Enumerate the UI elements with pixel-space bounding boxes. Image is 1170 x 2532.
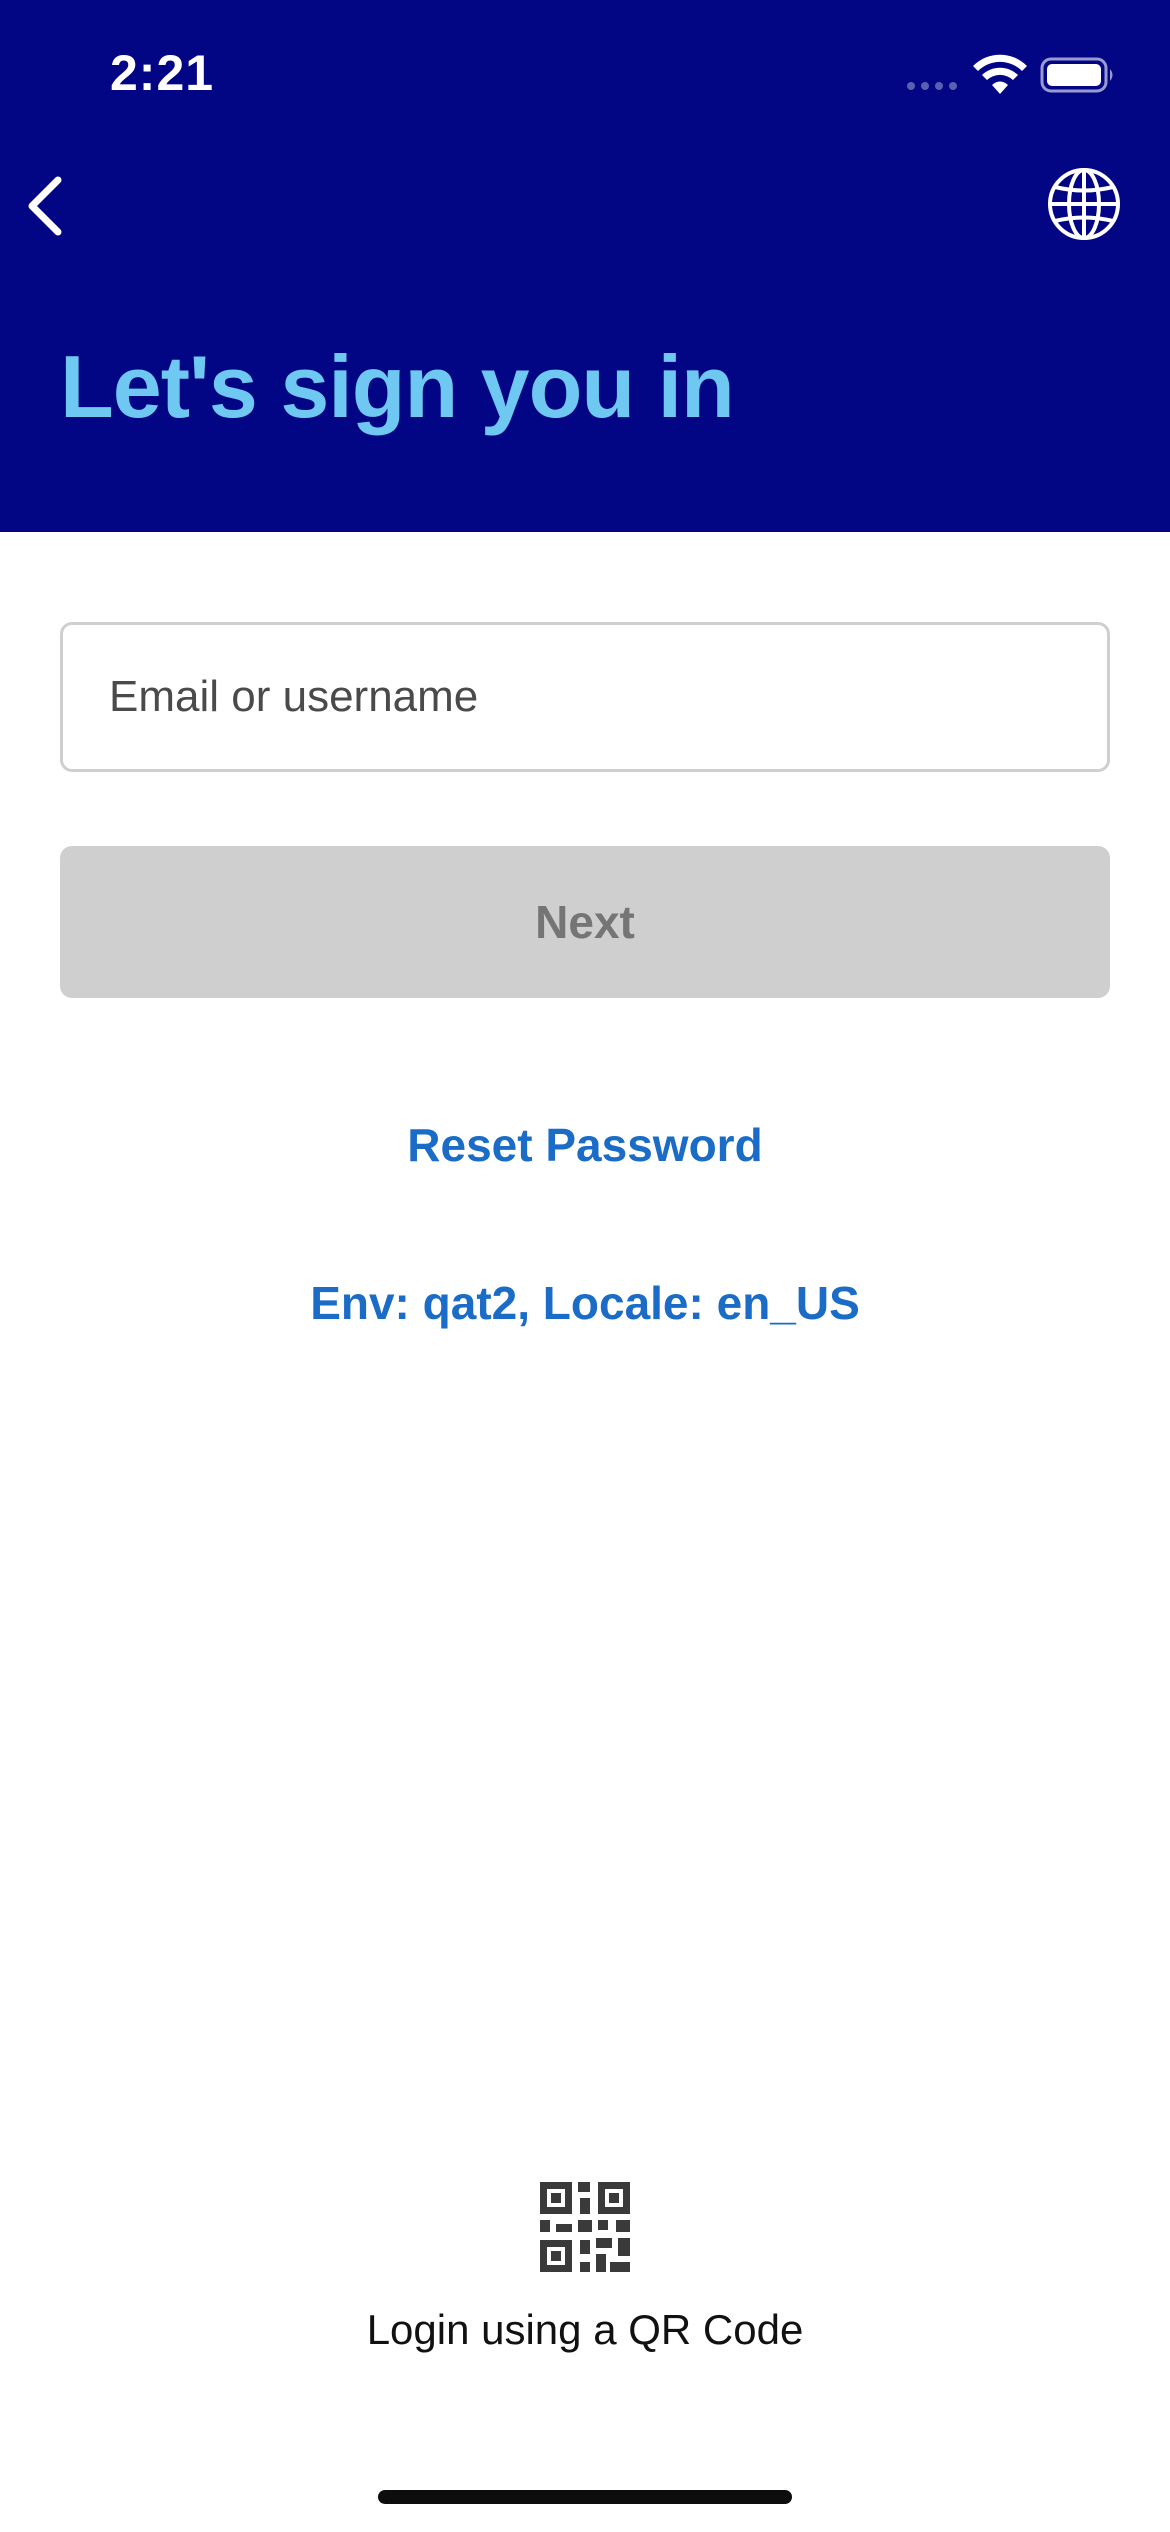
qr-login-label: Login using a QR Code bbox=[366, 2306, 804, 2353]
sign-in-screen: 2:21 Let's sign you in Email or username… bbox=[0, 0, 1170, 2532]
qr-code-icon bbox=[540, 2182, 630, 2272]
page-title: Let's sign you in bbox=[60, 337, 735, 436]
reset-password-link[interactable]: Reset Password bbox=[0, 1118, 1170, 1172]
wifi-icon bbox=[973, 54, 1027, 94]
next-button[interactable]: Next bbox=[60, 846, 1110, 998]
email-or-username-input[interactable] bbox=[60, 622, 1110, 772]
qr-code-login-button[interactable]: Login using a QR Code bbox=[285, 2170, 885, 2370]
header: 2:21 Let's sign you in bbox=[0, 0, 1170, 532]
globe-icon[interactable] bbox=[1046, 166, 1122, 242]
env-locale-info[interactable]: Env: qat2, Locale: en_US bbox=[0, 1276, 1170, 1330]
battery-icon bbox=[1040, 57, 1113, 93]
cellular-signal-icon bbox=[907, 82, 957, 90]
back-chevron-icon[interactable] bbox=[18, 166, 78, 246]
status-time: 2:21 bbox=[110, 45, 215, 101]
home-indicator[interactable] bbox=[378, 2490, 792, 2504]
